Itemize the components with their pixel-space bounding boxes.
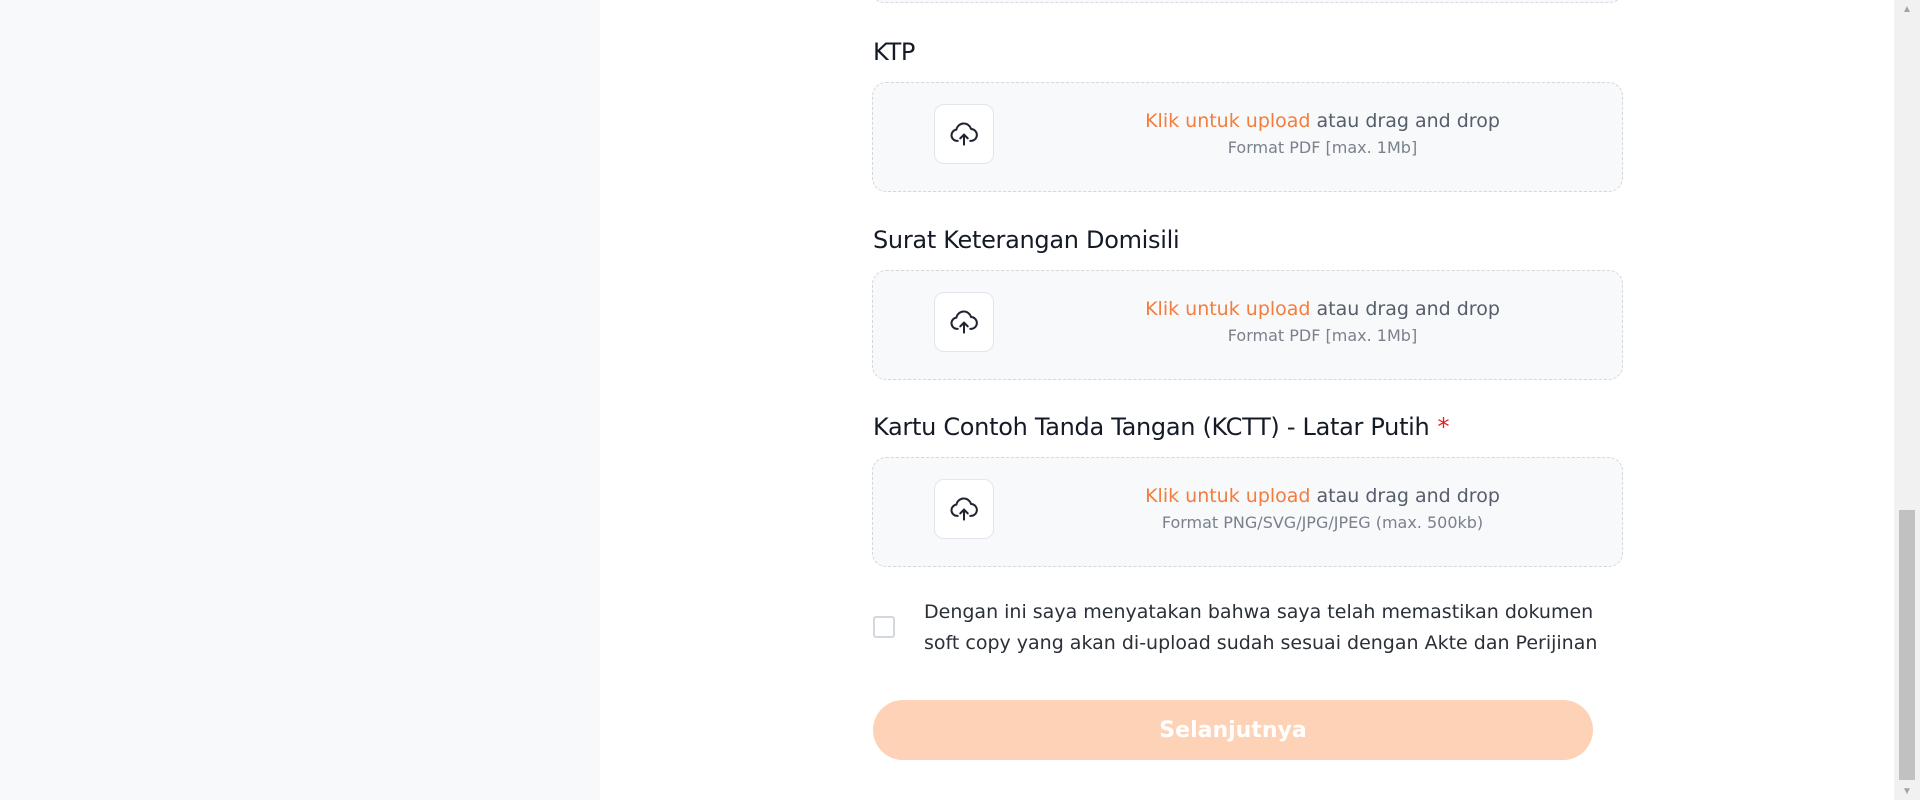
ktp-upload-button[interactable]: [934, 104, 994, 164]
scroll-down-arrow-icon[interactable]: ▼: [1894, 782, 1920, 800]
ktp-dropzone-text: Klik untuk upload atau drag and drop For…: [1023, 107, 1622, 161]
domisili-dropzone[interactable]: Klik untuk upload atau drag and drop For…: [872, 270, 1623, 380]
kctt-dropzone[interactable]: Klik untuk upload atau drag and drop For…: [872, 457, 1623, 567]
domisili-upload-button[interactable]: [934, 292, 994, 352]
cloud-upload-icon: [950, 310, 978, 334]
kctt-label: Kartu Contoh Tanda Tangan (KCTT) - Latar…: [873, 413, 1449, 441]
cloud-upload-icon: [950, 122, 978, 146]
kctt-upload-link[interactable]: Klik untuk upload: [1145, 485, 1310, 507]
ktp-upload-instruction: Klik untuk upload atau drag and drop: [1023, 107, 1622, 135]
left-panel: [0, 0, 600, 800]
kctt-upload-instruction: Klik untuk upload atau drag and drop: [1023, 482, 1622, 510]
ktp-label-text: KTP: [873, 38, 916, 66]
scroll-up-arrow-icon[interactable]: ▲: [1894, 0, 1920, 18]
agreement-checkbox[interactable]: [873, 616, 895, 638]
kctt-label-text: Kartu Contoh Tanda Tangan (KCTT) - Latar…: [873, 413, 1430, 441]
required-marker: *: [1437, 413, 1450, 441]
domisili-format-hint: Format PDF [max. 1Mb]: [1227, 326, 1418, 345]
cloud-upload-icon: [950, 497, 978, 521]
ktp-format-hint: Format PDF [max. 1Mb]: [1227, 138, 1418, 157]
previous-dropzone-bottom[interactable]: [872, 0, 1622, 3]
domisili-label: Surat Keterangan Domisili: [873, 226, 1180, 254]
page-viewport: KTP Klik untuk upload atau drag and drop…: [0, 0, 1920, 800]
ktp-dropzone[interactable]: Klik untuk upload atau drag and drop For…: [872, 82, 1623, 192]
domisili-upload-link[interactable]: Klik untuk upload: [1145, 298, 1310, 320]
ktp-upload-link[interactable]: Klik untuk upload: [1145, 110, 1310, 132]
kctt-upload-rest: atau drag and drop: [1316, 485, 1500, 507]
ktp-upload-rest: atau drag and drop: [1316, 110, 1500, 132]
kctt-dropzone-text: Klik untuk upload atau drag and drop For…: [1023, 482, 1622, 536]
agreement-text-line2: soft copy yang akan di-upload sudah sesu…: [924, 632, 1598, 654]
domisili-label-text: Surat Keterangan Domisili: [873, 226, 1180, 254]
domisili-upload-instruction: Klik untuk upload atau drag and drop: [1023, 295, 1622, 323]
domisili-upload-rest: atau drag and drop: [1316, 298, 1500, 320]
scrollbar-thumb[interactable]: [1899, 510, 1915, 780]
next-button[interactable]: Selanjutnya: [873, 700, 1593, 760]
agreement-text-line1: Dengan ini saya menyatakan bahwa saya te…: [924, 601, 1594, 623]
ktp-label: KTP: [873, 38, 915, 66]
domisili-dropzone-text: Klik untuk upload atau drag and drop For…: [1023, 295, 1622, 349]
kctt-upload-button[interactable]: [934, 479, 994, 539]
agreement-text: Dengan ini saya menyatakan bahwa saya te…: [924, 597, 1604, 659]
kctt-format-hint: Format PNG/SVG/JPG/JPEG (max. 500kb): [1161, 513, 1484, 532]
vertical-scrollbar[interactable]: ▲ ▼: [1894, 0, 1920, 800]
